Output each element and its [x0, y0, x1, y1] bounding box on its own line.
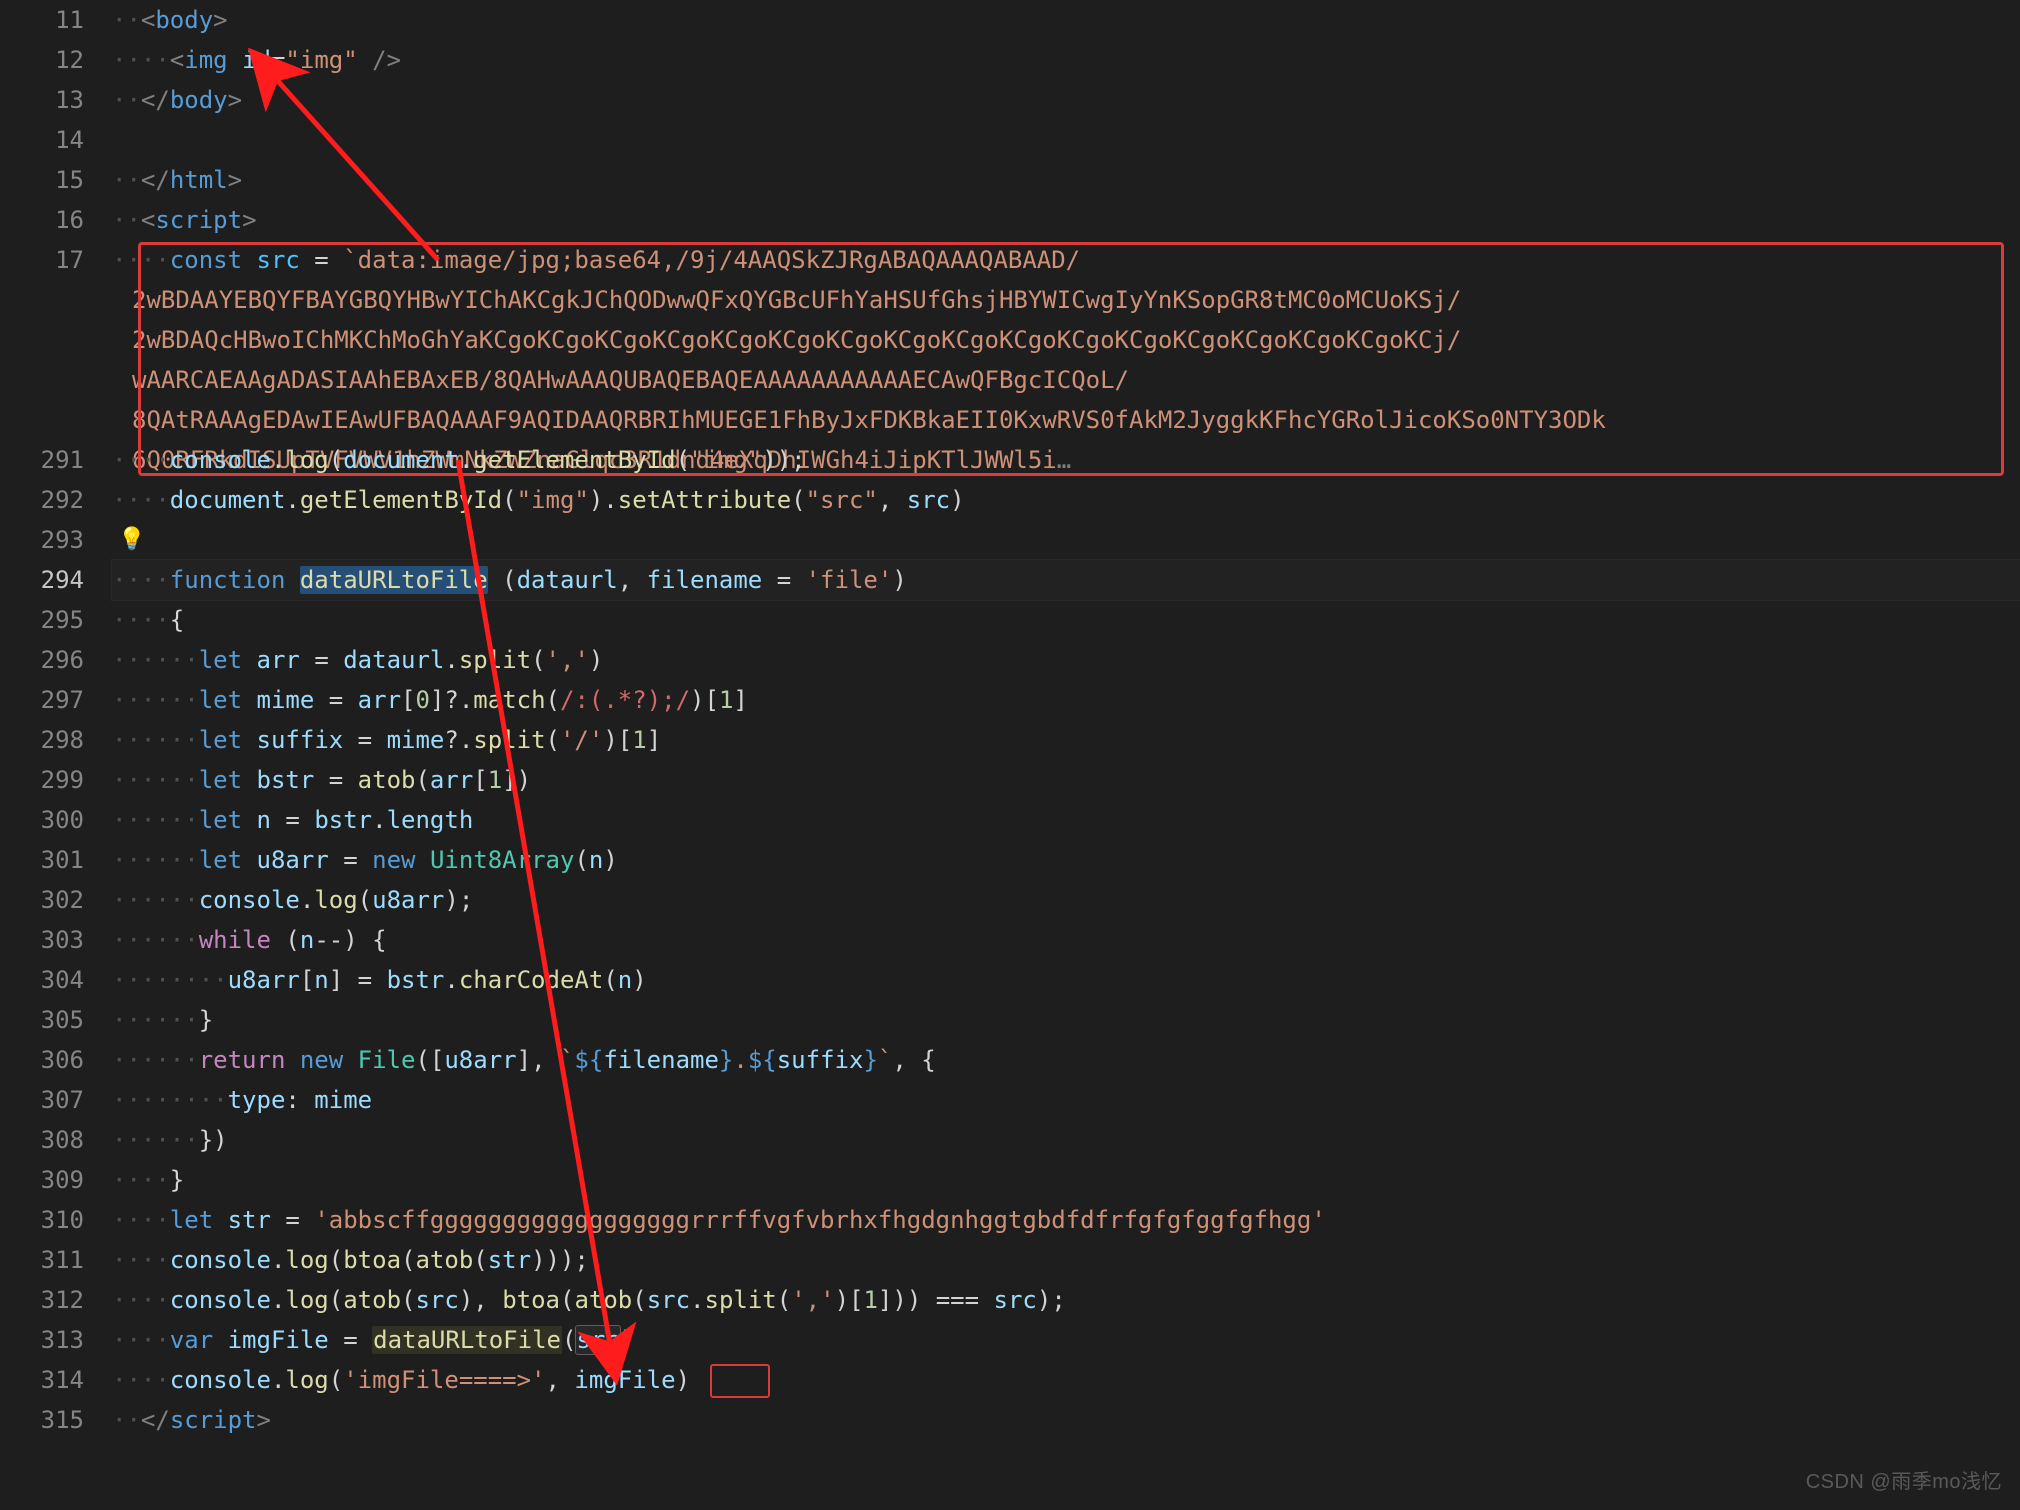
line-number[interactable]: 292 — [0, 480, 84, 520]
code-line[interactable] — [112, 120, 2020, 160]
line-number[interactable]: 306 — [0, 1040, 84, 1080]
line-number[interactable]: 305 — [0, 1000, 84, 1040]
line-number[interactable]: 308 — [0, 1120, 84, 1160]
line-number[interactable]: 307 — [0, 1080, 84, 1120]
line-number[interactable]: 12 — [0, 40, 84, 80]
code-line[interactable]: ········u8arr[n] = bstr.charCodeAt(n) — [112, 960, 2020, 1000]
code-line[interactable]: 💡 — [112, 520, 2020, 560]
code-line[interactable]: ··</body> — [112, 80, 2020, 120]
code-line[interactable]: ······let u8arr = new Uint8Array(n) — [112, 840, 2020, 880]
lightbulb-icon[interactable]: 💡 — [118, 529, 140, 551]
line-number[interactable]: 16 — [0, 200, 84, 240]
code-line[interactable]: ······let n = bstr.length — [112, 800, 2020, 840]
code-line[interactable]: ····console.log('imgFile====>', imgFile) — [112, 1360, 2020, 1400]
code-line[interactable]: ······while (n--) { — [112, 920, 2020, 960]
code-line[interactable]: ······let bstr = atob(arr[1]) — [112, 760, 2020, 800]
code-line[interactable]: ····<img id="img" /> — [112, 40, 2020, 80]
code-line[interactable]: ····var imgFile = dataURLtoFile(src) — [112, 1320, 2020, 1360]
function-name-selected: dataURLtoFile — [300, 566, 488, 594]
line-number[interactable]: 313 — [0, 1320, 84, 1360]
line-number[interactable]: 299 — [0, 760, 84, 800]
line-number[interactable]: 314 — [0, 1360, 84, 1400]
code-line[interactable]: ······console.log(u8arr); — [112, 880, 2020, 920]
line-number[interactable]: 315 — [0, 1400, 84, 1440]
code-line[interactable]: ····document.getElementById("img").setAt… — [112, 480, 2020, 520]
code-area[interactable]: ··<body> ····<img id="img" /> ··</body> … — [108, 0, 2020, 1510]
word-highlight-src: src — [576, 1326, 619, 1354]
code-line[interactable]: ··</script> — [112, 1400, 2020, 1440]
line-number[interactable]: 312 — [0, 1280, 84, 1320]
line-number[interactable]: 309 — [0, 1160, 84, 1200]
watermark: CSDN @雨季mo浅忆 — [1806, 1462, 2002, 1502]
line-number[interactable]: 311 — [0, 1240, 84, 1280]
line-number[interactable]: 296 — [0, 640, 84, 680]
line-number[interactable] — [0, 360, 84, 400]
code-editor[interactable]: 11121314151617 29129229329429529629729829… — [0, 0, 2020, 1510]
code-line-active[interactable]: ····function dataURLtoFile (dataurl, fil… — [112, 560, 2020, 600]
function-call-highlight: dataURLtoFile — [372, 1326, 562, 1354]
code-line[interactable]: ··</html> — [112, 160, 2020, 200]
line-number[interactable]: 303 — [0, 920, 84, 960]
line-number[interactable]: 13 — [0, 80, 84, 120]
line-number[interactable]: 291 — [0, 440, 84, 480]
line-number[interactable]: 310 — [0, 1200, 84, 1240]
line-number-gutter: 11121314151617 29129229329429529629729829… — [0, 0, 108, 1510]
line-number[interactable]: 298 — [0, 720, 84, 760]
code-line[interactable]: ····console.log(atob(src), btoa(atob(src… — [112, 1280, 2020, 1320]
code-line[interactable]: ······let arr = dataurl.split(',') — [112, 640, 2020, 680]
line-number[interactable] — [0, 320, 84, 360]
line-number[interactable] — [0, 400, 84, 440]
code-line[interactable]: ······let suffix = mime?.split('/')[1] — [112, 720, 2020, 760]
code-line[interactable]: ····console.log(document.getElementById(… — [112, 440, 2020, 480]
code-line[interactable]: ··<script> — [112, 200, 2020, 240]
code-line[interactable]: ······let mime = arr[0]?.match(/:(.*?);/… — [112, 680, 2020, 720]
line-number[interactable]: 297 — [0, 680, 84, 720]
line-number[interactable] — [0, 280, 84, 320]
line-number[interactable]: 293 — [0, 520, 84, 560]
line-number[interactable]: 300 — [0, 800, 84, 840]
line-number[interactable]: 302 — [0, 880, 84, 920]
code-line-folded[interactable]: ❯ ····const src = `data:image/jpg;base64… — [112, 240, 2020, 440]
code-line[interactable]: ··<body> — [112, 0, 2020, 40]
line-number[interactable]: 301 — [0, 840, 84, 880]
code-line[interactable]: ······} — [112, 1000, 2020, 1040]
code-line[interactable]: ······return new File([u8arr], `${filena… — [112, 1040, 2020, 1080]
line-number[interactable]: 304 — [0, 960, 84, 1000]
code-line[interactable]: ····} — [112, 1160, 2020, 1200]
code-line[interactable]: ······}) — [112, 1120, 2020, 1160]
code-line[interactable]: ····{ — [112, 600, 2020, 640]
line-number[interactable]: 294 — [0, 560, 84, 600]
line-number[interactable]: 11 — [0, 0, 84, 40]
code-line[interactable]: ····let str = 'abbscffgggggggggggggggggg… — [112, 1200, 2020, 1240]
code-line[interactable]: ····console.log(btoa(atob(str))); — [112, 1240, 2020, 1280]
line-number[interactable]: 15 — [0, 160, 84, 200]
line-number[interactable]: 295 — [0, 600, 84, 640]
line-number[interactable]: 17 — [0, 240, 84, 280]
code-line[interactable]: ········type: mime — [112, 1080, 2020, 1120]
line-number[interactable]: 14 — [0, 120, 84, 160]
